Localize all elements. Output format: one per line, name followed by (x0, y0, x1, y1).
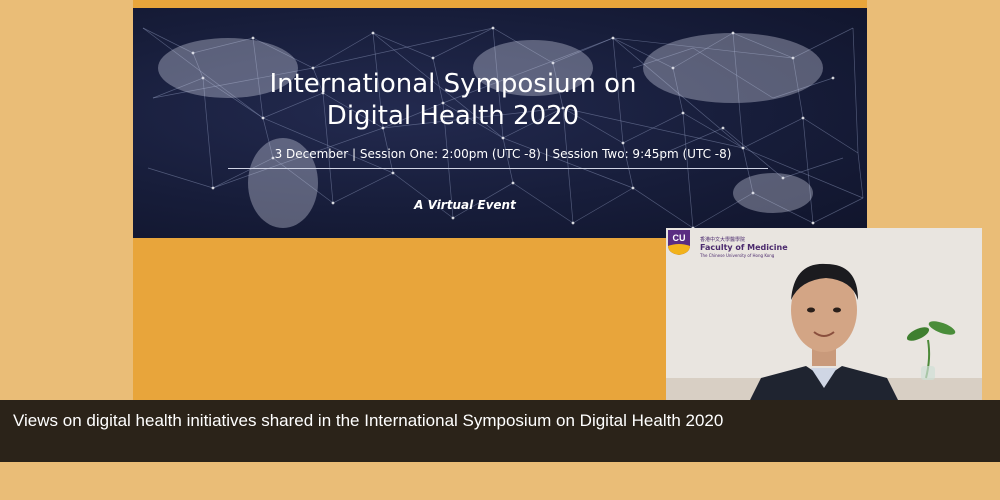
banner-title-line1: International Symposium on (269, 69, 637, 99)
caption-bar: Views on digital health initiatives shar… (0, 400, 1000, 462)
banner-title: International Symposium on Digital Healt… (133, 68, 773, 132)
symposium-banner: International Symposium on Digital Healt… (133, 8, 867, 238)
speaker-video-feed: CU 香港中文大學醫學院 Faculty of Medicine The Chi… (666, 228, 982, 408)
caption-text: Views on digital health initiatives shar… (13, 411, 724, 430)
video-call-stage: International Symposium on Digital Healt… (133, 0, 982, 410)
session-times: 3 December | Session One: 2:00pm (UTC -8… (274, 147, 732, 161)
faculty-name: Faculty of Medicine (700, 243, 788, 252)
banner-divider (228, 168, 768, 169)
event-type-label: A Virtual Event (414, 198, 516, 212)
cu-medicine-logo: CU (668, 230, 690, 255)
banner-title-line2: Digital Health 2020 (326, 101, 580, 131)
university-name: The Chinese University of Hong Kong (700, 253, 775, 258)
svg-text:CU: CU (673, 233, 686, 243)
faculty-branding: 香港中文大學醫學院 Faculty of Medicine The Chines… (700, 237, 788, 258)
